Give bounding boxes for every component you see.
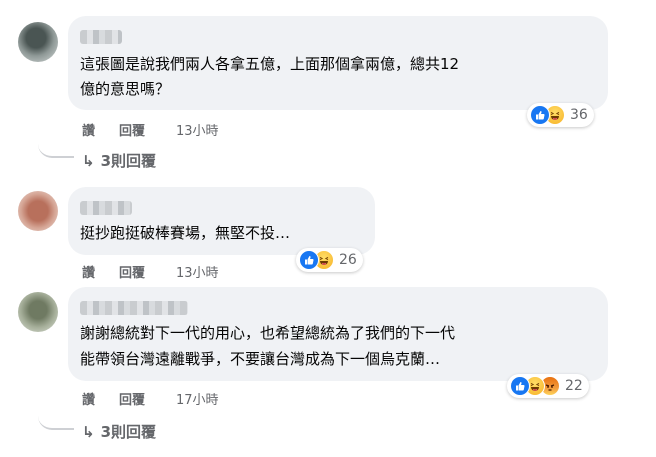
timestamp[interactable]: 13小時 [176, 120, 219, 139]
reaction-summary[interactable]: 26 [296, 248, 363, 272]
comment-text-line: 挺抄跑挺破棒賽場，無堅不投… [80, 224, 291, 242]
like-button[interactable]: 讚 [82, 120, 95, 139]
reply-button[interactable]: 回覆 [119, 120, 145, 139]
commenter-name[interactable] [80, 201, 132, 215]
timestamp[interactable]: 17小時 [176, 389, 219, 408]
comment-bubble: 挺抄跑挺破棒賽場，無堅不投… [68, 187, 375, 255]
commenter-name[interactable] [80, 30, 122, 44]
commenter-name[interactable] [80, 301, 188, 315]
reaction-count: 36 [570, 107, 588, 123]
like-button[interactable]: 讚 [82, 389, 95, 408]
like-icon [510, 376, 530, 396]
reaction-summary[interactable]: 36 [527, 103, 594, 127]
like-icon [530, 105, 550, 125]
comment-text-line: 謝謝總統對下一代的用心，也希望總統為了我們的下一代 [80, 324, 456, 342]
view-replies-button[interactable]: ↳ 3則回覆 [82, 421, 156, 442]
comment-text-line: 能帶領台灣遠離戰爭，不要讓台灣成為下一個烏克蘭… [80, 350, 441, 368]
comment-bubble: 謝謝總統對下一代的用心，也希望總統為了我們的下一代 能帶領台灣遠離戰爭，不要讓台… [68, 287, 608, 381]
like-button[interactable]: 讚 [82, 262, 95, 281]
reaction-summary[interactable]: 22 [507, 374, 589, 398]
timestamp[interactable]: 13小時 [176, 262, 219, 281]
reaction-count: 26 [339, 252, 357, 268]
comment-bubble: 這張圖是說我們兩人各拿五億，上面那個拿兩億，總共12 億的意思嗎？ [68, 16, 608, 110]
replies-label: 3則回覆 [100, 152, 157, 170]
reply-button[interactable]: 回覆 [119, 262, 145, 281]
avatar[interactable] [18, 22, 58, 62]
replies-label: 3則回覆 [100, 423, 157, 441]
reply-arrow-icon: ↳ [82, 152, 95, 170]
comment-text-line: 億的意思嗎？ [80, 80, 171, 98]
reply-arrow-icon: ↳ [82, 423, 95, 441]
reaction-count: 22 [565, 378, 583, 394]
avatar[interactable] [18, 292, 58, 332]
avatar[interactable] [18, 191, 58, 231]
comment-text-line: 這張圖是說我們兩人各拿五億，上面那個拿兩億，總共12 [80, 55, 460, 73]
like-icon [299, 250, 319, 270]
view-replies-button[interactable]: ↳ 3則回覆 [82, 150, 156, 171]
reply-button[interactable]: 回覆 [119, 389, 145, 408]
